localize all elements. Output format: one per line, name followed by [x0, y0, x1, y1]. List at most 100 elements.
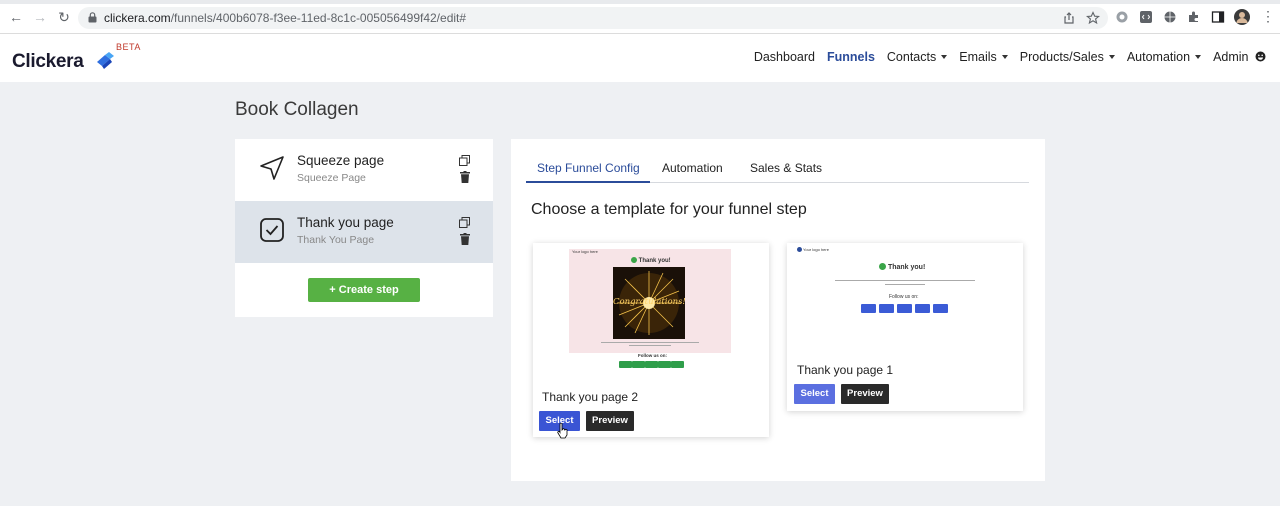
step-config-panel: Step Funnel Config Automation Sales & St… — [511, 139, 1045, 481]
preview-button[interactable]: Preview — [841, 384, 889, 404]
step-subtitle: Squeeze Page — [297, 172, 366, 184]
nav-emails-label: Emails — [959, 50, 997, 64]
nav-admin[interactable]: Admin — [1213, 50, 1266, 64]
youtube-icon — [658, 361, 671, 368]
funnel-steps-panel: Squeeze page Squeeze Page Thank you page… — [235, 139, 493, 317]
instagram-icon — [897, 304, 912, 313]
thumb-title-text: Thank you! — [638, 258, 671, 264]
thumb-brand: Your logo here — [572, 249, 598, 254]
nav-dashboard-label: Dashboard — [753, 50, 815, 64]
share-icon[interactable] — [1062, 11, 1076, 25]
template-name: Thank you page 2 — [542, 390, 639, 404]
lock-icon — [88, 12, 97, 23]
reload-icon[interactable]: ↻ — [56, 9, 72, 25]
trash-icon[interactable] — [460, 233, 470, 245]
linkedin-icon — [933, 304, 948, 313]
back-icon[interactable]: ← — [8, 9, 24, 25]
url-path: /funnels/400b6078-f3ee-11ed-8c1c-0050564… — [170, 11, 467, 25]
tab-automation[interactable]: Automation — [662, 161, 723, 175]
chevron-down-icon — [1195, 55, 1202, 59]
sidebar-icon[interactable] — [1211, 10, 1225, 24]
chevron-down-icon — [941, 55, 948, 59]
step-subtitle: Thank You Page — [297, 234, 375, 246]
logo[interactable]: Clickera — [12, 51, 84, 73]
step-title: Thank you page — [297, 215, 394, 230]
nav-products-sales[interactable]: Products/Sales — [1020, 50, 1115, 64]
tab-step-funnel-config[interactable]: Step Funnel Config — [537, 161, 640, 175]
template-card-thank-you-1: Your logo here Thank you! Follow us on: … — [787, 243, 1023, 411]
trash-icon[interactable] — [460, 171, 470, 183]
thumb-follow: Follow us on: — [638, 353, 667, 358]
nav-contacts-label: Contacts — [886, 50, 937, 64]
nav-dashboard[interactable]: Dashboard — [754, 50, 815, 64]
linkedin-icon — [671, 361, 684, 368]
nav-admin-label: Admin — [1213, 50, 1249, 64]
twitter-icon — [879, 304, 894, 313]
thumb-text-line — [629, 345, 671, 346]
thumb-title-text: Thank you! — [887, 264, 926, 271]
facebook-icon — [861, 304, 876, 313]
thumb-brand-text: Your logo here — [803, 247, 829, 252]
step-thank-you-page[interactable]: Thank you page Thank You Page — [235, 201, 493, 263]
smiley-icon — [1255, 51, 1266, 62]
url-text: clickera.com/funnels/400b6078-f3ee-11ed-… — [104, 11, 466, 25]
tab-strip — [0, 0, 1280, 4]
beta-badge: BETA — [116, 42, 141, 52]
fireworks-image: Congratulations! — [613, 267, 685, 339]
checkbox-icon — [260, 218, 284, 242]
main-nav: Dashboard Funnels Contacts Emails Produc… — [754, 50, 1266, 64]
active-tab-indicator — [526, 181, 650, 183]
thumb-text-line — [835, 280, 975, 281]
select-button[interactable]: Select — [794, 384, 835, 404]
chevron-down-icon — [1108, 55, 1115, 59]
check-circle-icon — [631, 257, 637, 263]
template-card-thank-you-2: Your logo here Thank you! Congratulation… — [533, 243, 769, 437]
send-icon — [260, 156, 284, 180]
nav-funnels[interactable]: Funnels — [827, 50, 875, 64]
check-circle-icon — [879, 263, 886, 270]
puzzle-icon[interactable] — [1187, 10, 1201, 24]
tab-sales-stats[interactable]: Sales & Stats — [750, 161, 822, 175]
image-caption: Congratulations! — [613, 297, 685, 307]
facebook-icon — [619, 361, 632, 368]
page-title: Book Collagen — [235, 99, 359, 120]
preview-button[interactable]: Preview — [586, 411, 634, 431]
nav-contacts[interactable]: Contacts — [886, 50, 948, 64]
nav-automation-label: Automation — [1126, 50, 1191, 64]
create-step-button[interactable]: + Create step — [308, 278, 420, 302]
profile-avatar[interactable] — [1234, 9, 1250, 25]
nav-automation[interactable]: Automation — [1126, 50, 1202, 64]
url-host: clickera.com — [104, 11, 171, 25]
code-extension-icon[interactable] — [1139, 10, 1153, 24]
browser-toolbar: ← → ↻ clickera.com/funnels/400b6078-f3ee… — [0, 0, 1280, 34]
thumb-text-line — [885, 284, 925, 285]
chevron-down-icon — [1001, 55, 1008, 59]
more-icon[interactable]: ⋮ — [1260, 8, 1276, 24]
logo-mark-icon — [97, 52, 114, 69]
twitter-icon — [632, 361, 645, 368]
brand-dot-icon — [797, 247, 802, 252]
star-icon[interactable] — [1086, 11, 1100, 25]
thumb-text-line — [601, 342, 699, 343]
template-thumbnail: Your logo here Thank you! Congratulation… — [569, 249, 731, 353]
copy-icon[interactable] — [459, 155, 470, 166]
nav-products-sales-label: Products/Sales — [1019, 50, 1104, 64]
config-tabs: Step Funnel Config Automation Sales & St… — [526, 155, 1029, 183]
extension-icon[interactable] — [1115, 10, 1129, 24]
forward-icon[interactable]: → — [32, 9, 48, 25]
thumb-social-row — [861, 304, 951, 313]
thumb-social-row — [619, 361, 685, 368]
thumb-title: Thank you! — [631, 257, 671, 264]
step-title: Squeeze page — [297, 153, 385, 168]
template-name: Thank you page 1 — [797, 363, 894, 377]
step-squeeze-page[interactable]: Squeeze page Squeeze Page — [235, 139, 493, 201]
thumb-title: Thank you! — [879, 263, 925, 271]
instagram-icon — [645, 361, 658, 368]
nav-emails[interactable]: Emails — [959, 50, 1008, 64]
copy-icon[interactable] — [459, 217, 470, 228]
template-heading: Choose a template for your funnel step — [531, 201, 807, 218]
address-bar[interactable]: clickera.com/funnels/400b6078-f3ee-11ed-… — [78, 7, 1108, 29]
youtube-icon — [915, 304, 930, 313]
nav-funnels-label: Funnels — [826, 50, 875, 64]
globe-icon[interactable] — [1163, 10, 1177, 24]
